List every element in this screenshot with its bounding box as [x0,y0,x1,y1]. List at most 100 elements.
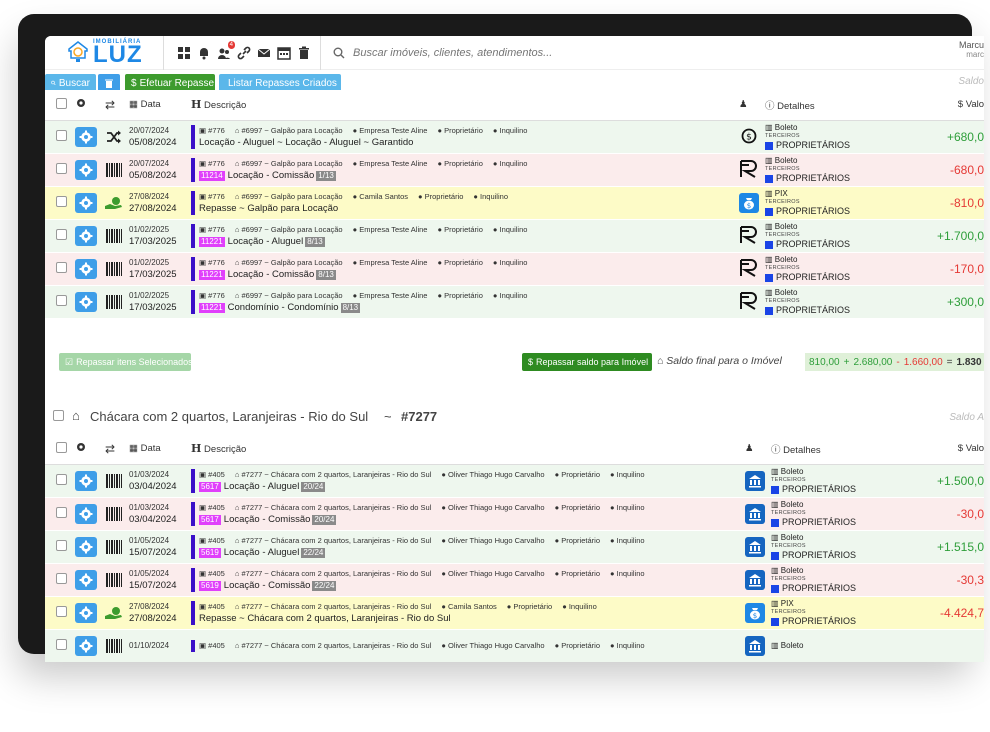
folder-ref[interactable]: ▣ #405 [199,602,230,611]
contract-tag[interactable]: 11214 [199,170,225,181]
row-actions-button[interactable] [75,291,97,312]
row-actions-button[interactable] [75,258,97,279]
row-actions-button[interactable] [75,503,97,524]
table-row[interactable]: 20/07/2024 05/08/2024 ▣ #776 ⌂ #6997 ~ Galp… [45,120,984,154]
row-checkbox[interactable] [56,540,67,551]
table-row[interactable]: 01/10/2024 ▣ #405 ⌂ #7277 ~ Chácara com 2 … [45,629,984,662]
folder-ref[interactable]: ▣ #776 [199,291,230,300]
tenant-ref[interactable]: ● Inquilino [610,641,650,650]
tenant-ref[interactable]: ● Inquilino [610,536,650,545]
contract-tag[interactable]: 11221 [199,236,225,247]
person-ref[interactable]: ● Empresa Teste Aline [353,258,433,267]
table-row[interactable]: 01/02/2025 17/03/2025 ▣ #776 ⌂ #6997 ~ Galp… [45,219,984,253]
table-row[interactable]: 20/07/2024 05/08/2024 ▣ #776 ⌂ #6997 ~ Galp… [45,153,984,187]
table-row[interactable]: 01/03/2024 03/04/2024 ▣ #405 ⌂ #7277 ~ Chác… [45,464,984,498]
row-actions-button[interactable] [75,225,97,246]
row-checkbox[interactable] [56,573,67,584]
row-actions-button[interactable] [75,192,97,213]
select-all-checkbox[interactable] [56,97,67,109]
person-ref[interactable]: ● Empresa Teste Aline [353,126,433,135]
property-ref[interactable]: ⌂ #7277 ~ Chácara com 2 quartos, Laranje… [235,641,437,650]
repassar-itens-button[interactable]: ☑ Repassar itens Selecionados [59,353,193,371]
row-checkbox[interactable] [56,229,67,240]
owner-ref[interactable]: ● Proprietário [437,225,487,234]
person-ref[interactable]: ● Camila Santos [441,602,501,611]
row-checkbox[interactable] [56,295,67,306]
owner-ref[interactable]: ● Proprietário [555,641,605,650]
contract-tag[interactable]: 5619 [199,580,221,591]
row-actions-button[interactable] [75,635,97,656]
property-ref[interactable]: ⌂ #7277 ~ Chácara com 2 quartos, Laranje… [235,602,437,611]
tenant-ref[interactable]: ● Inquilino [562,602,602,611]
folder-ref[interactable]: ▣ #776 [199,159,230,168]
row-actions-button[interactable] [75,536,97,557]
row-checkbox[interactable] [56,262,67,273]
property-checkbox[interactable] [53,410,64,421]
folder-ref[interactable]: ▣ #405 [199,536,230,545]
folder-ref[interactable]: ▣ #405 [199,569,230,578]
person-ref[interactable]: ● Oliver Thiago Hugo Carvalho [441,536,549,545]
row-actions-button[interactable] [75,470,97,491]
users-icon[interactable]: 4 [216,41,235,61]
owner-ref[interactable]: ● Proprietário [437,258,487,267]
property-ref[interactable]: ⌂ #6997 ~ Galpão para Locação [235,126,348,135]
folder-ref[interactable]: ▣ #405 [199,470,230,479]
table-row[interactable]: 27/08/2024 27/08/2024 ▣ #776 ⌂ #6997 ~ Galp… [45,186,984,220]
row-actions-button[interactable] [75,159,97,180]
owner-ref[interactable]: ● Proprietário [418,192,468,201]
person-ref[interactable]: ● Empresa Teste Aline [353,159,433,168]
owner-ref[interactable]: ● Proprietário [437,159,487,168]
property-ref[interactable]: ⌂ #6997 ~ Galpão para Locação [235,192,348,201]
tenant-ref[interactable]: ● Inquilino [493,126,533,135]
folder-ref[interactable]: ▣ #405 [199,641,230,650]
mail-icon[interactable] [256,45,272,61]
owner-ref[interactable]: ● Proprietário [555,536,605,545]
tenant-ref[interactable]: ● Inquilino [610,569,650,578]
tenant-ref[interactable]: ● Inquilino [493,258,533,267]
row-checkbox[interactable] [56,639,67,650]
person-ref[interactable]: ● Oliver Thiago Hugo Carvalho [441,569,549,578]
property-ref[interactable]: ⌂ #6997 ~ Galpão para Locação [235,291,348,300]
folder-ref[interactable]: ▣ #405 [199,503,230,512]
search-input[interactable] [353,47,683,59]
person-ref[interactable]: ● Empresa Teste Aline [353,291,433,300]
user-menu[interactable]: Marcu marc [959,40,984,60]
folder-ref[interactable]: ▣ #776 [199,192,230,201]
row-checkbox[interactable] [56,196,67,207]
table-row[interactable]: 01/02/2025 17/03/2025 ▣ #776 ⌂ #6997 ~ Galp… [45,252,984,286]
person-ref[interactable]: ● Empresa Teste Aline [353,225,433,234]
property-ref[interactable]: ⌂ #6997 ~ Galpão para Locação [235,159,348,168]
folder-ref[interactable]: ▣ #776 [199,258,230,267]
tenant-ref[interactable]: ● Inquilino [493,291,533,300]
person-ref[interactable]: ● Oliver Thiago Hugo Carvalho [441,641,549,650]
tenant-ref[interactable]: ● Inquilino [473,192,513,201]
row-actions-button[interactable] [75,602,97,623]
property-ref[interactable]: ⌂ #7277 ~ Chácara com 2 quartos, Laranje… [235,536,437,545]
owner-ref[interactable]: ● Proprietário [555,503,605,512]
row-actions-button[interactable] [75,569,97,590]
person-ref[interactable]: ● Oliver Thiago Hugo Carvalho [441,503,549,512]
table-row[interactable]: 27/08/2024 27/08/2024 ▣ #405 ⌂ #7277 ~ Chác… [45,596,984,630]
contract-tag[interactable]: 5619 [199,547,221,558]
tenant-ref[interactable]: ● Inquilino [493,159,533,168]
tenant-ref[interactable]: ● Inquilino [610,470,650,479]
property-code[interactable]: #7277 [401,409,437,424]
person-ref[interactable]: ● Oliver Thiago Hugo Carvalho [441,470,549,479]
table-row[interactable]: 01/05/2024 15/07/2024 ▣ #405 ⌂ #7277 ~ Chác… [45,530,984,564]
bell-icon[interactable] [196,45,212,61]
select-all-checkbox[interactable] [56,441,67,453]
row-checkbox[interactable] [56,606,67,617]
logo[interactable]: IMOBILIÁRIA LUZ [65,38,165,68]
row-actions-button[interactable] [75,126,97,147]
row-checkbox[interactable] [56,507,67,518]
property-title[interactable]: Chácara com 2 quartos, Laranjeiras - Rio… [90,409,368,424]
property-ref[interactable]: ⌂ #6997 ~ Galpão para Locação [235,225,348,234]
repassar-saldo-button[interactable]: $ Repassar saldo para Imóvel [522,353,652,371]
trash-icon[interactable] [296,45,312,61]
contract-tag[interactable]: 11221 [199,302,225,313]
calendar-icon[interactable] [276,45,292,61]
row-checkbox[interactable] [56,163,67,174]
owner-ref[interactable]: ● Proprietário [437,291,487,300]
row-checkbox[interactable] [56,474,67,485]
owner-ref[interactable]: ● Proprietário [507,602,557,611]
